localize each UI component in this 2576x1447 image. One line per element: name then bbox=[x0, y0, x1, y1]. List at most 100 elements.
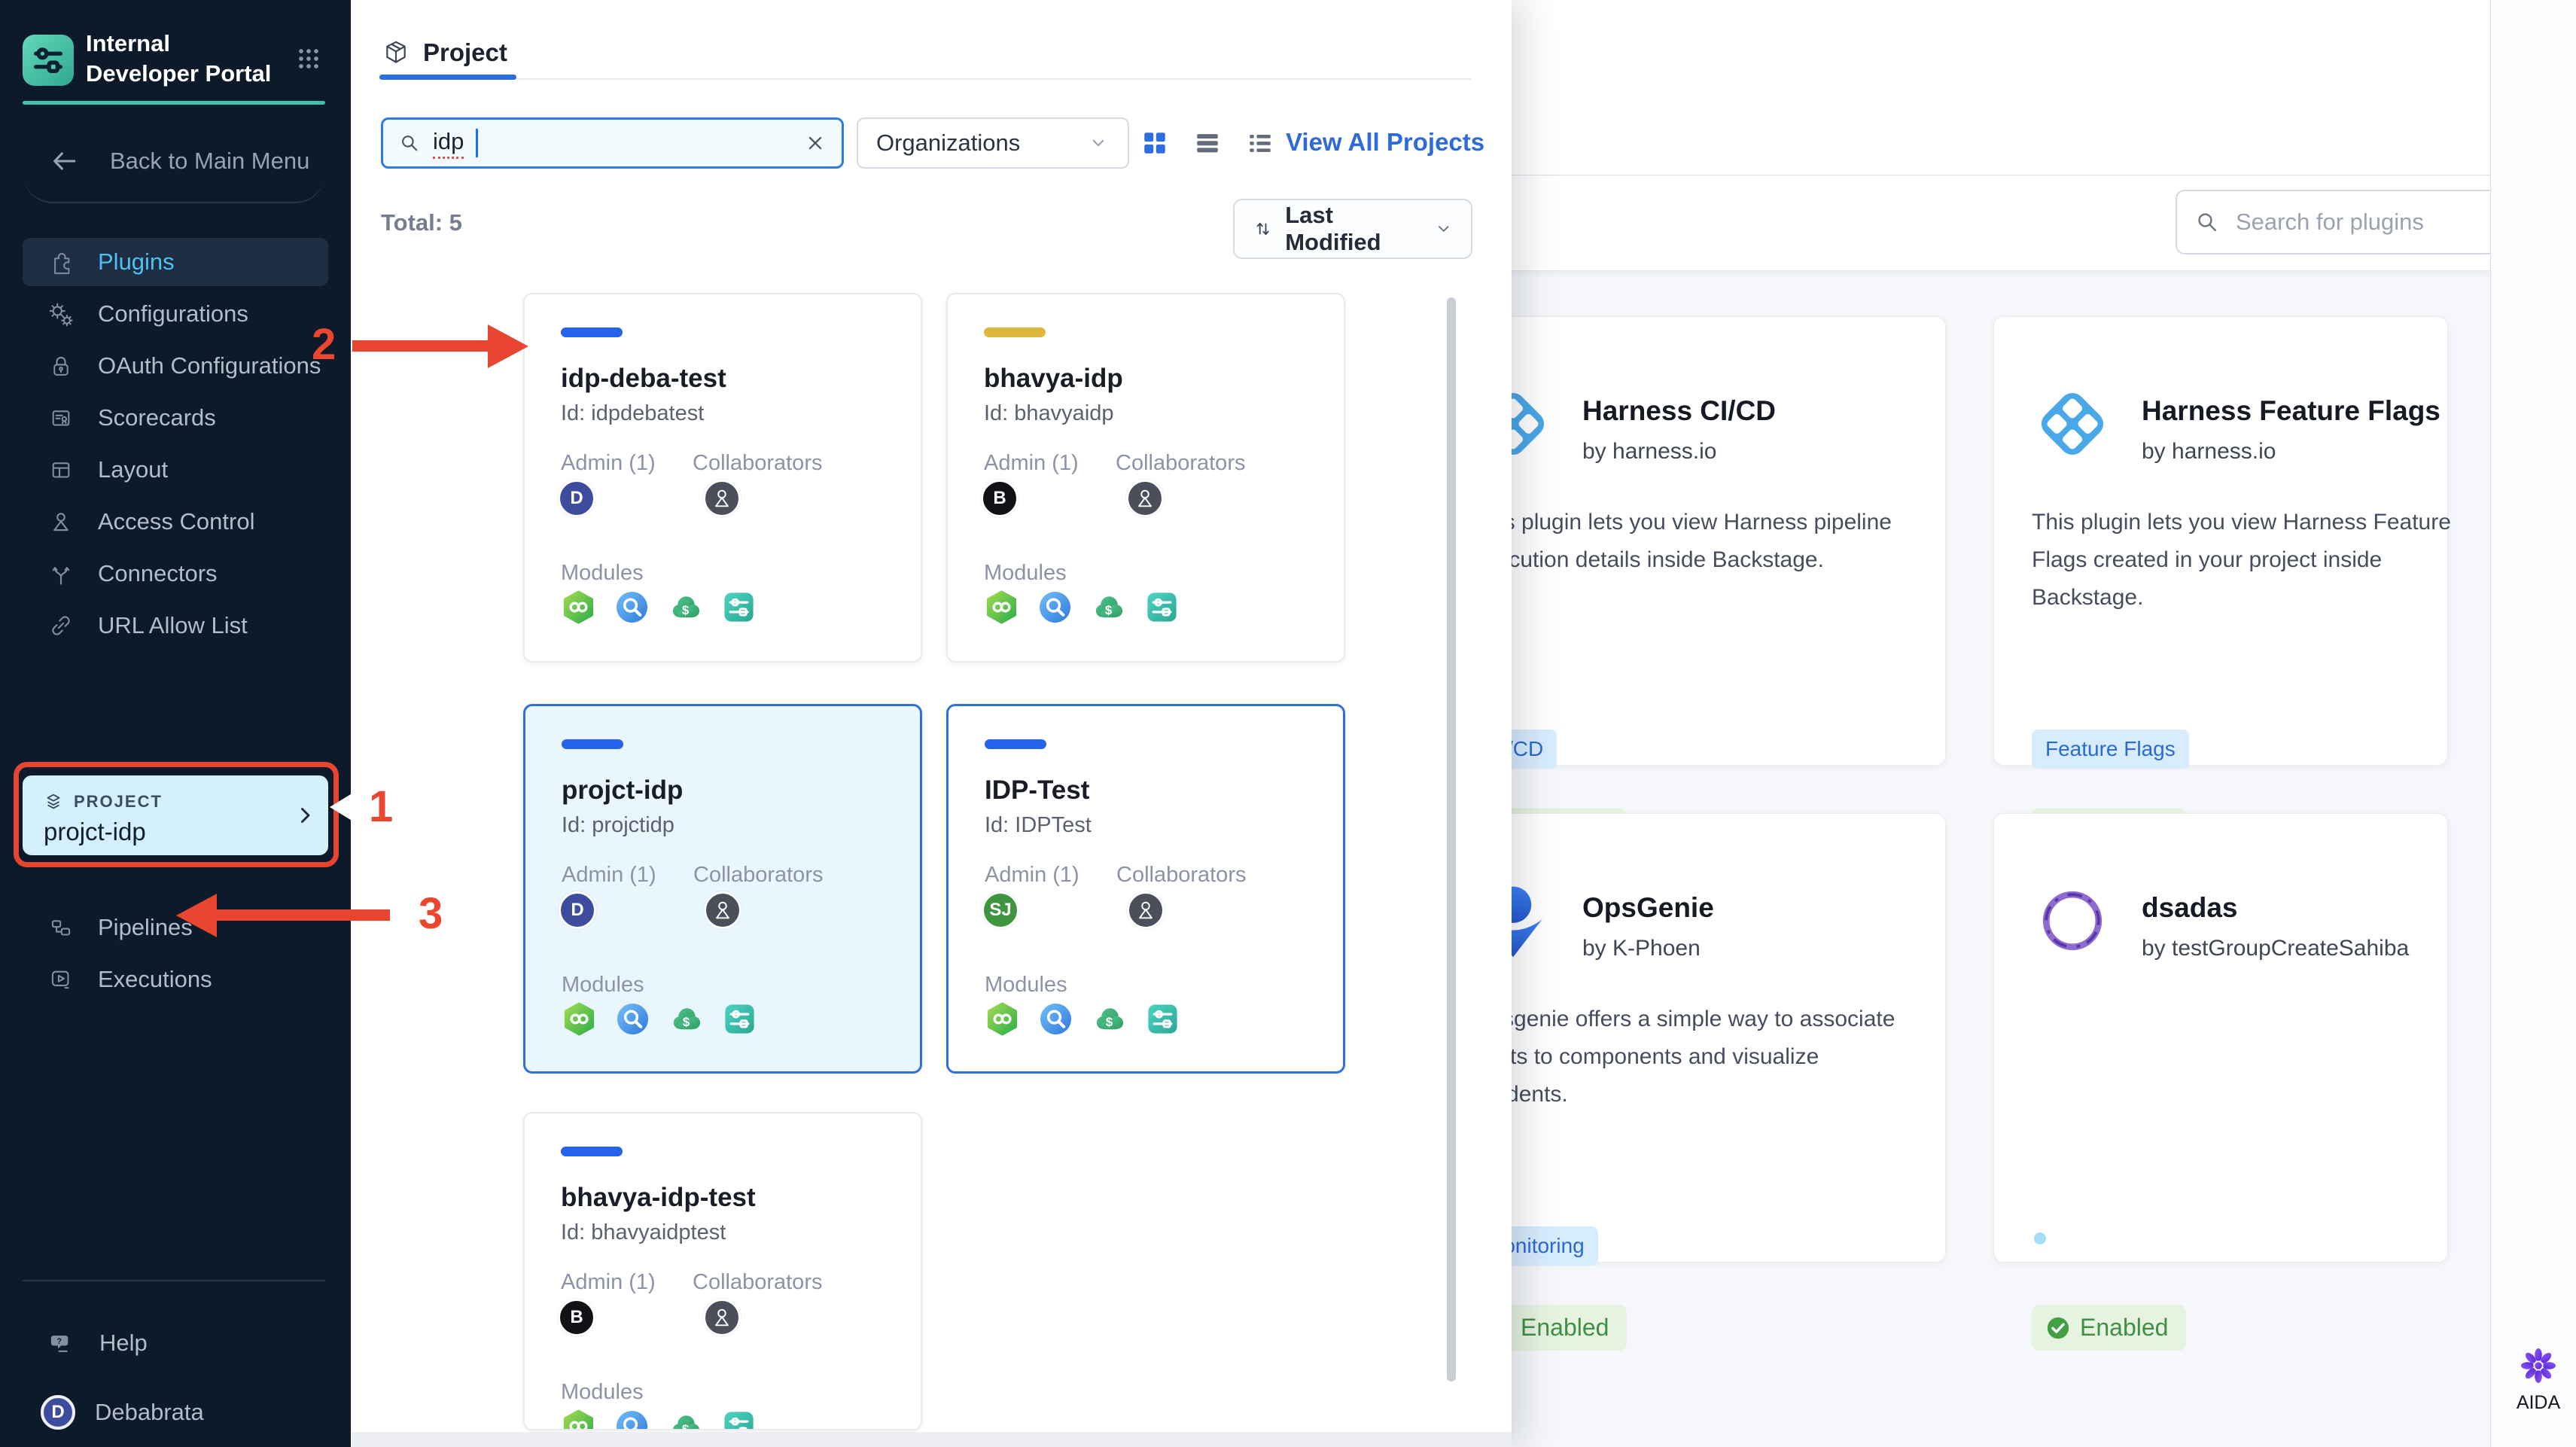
project-name: projct-idp bbox=[562, 775, 684, 805]
text-caret bbox=[476, 129, 479, 157]
plugin-mini-badge bbox=[2034, 1232, 2046, 1244]
project-id: Id: bhavyaidptest bbox=[561, 1220, 726, 1244]
modules-label: Modules bbox=[562, 973, 644, 997]
modules-label: Modules bbox=[985, 973, 1067, 997]
sidebar-item-label: Plugins bbox=[98, 248, 175, 275]
module-icon-row bbox=[985, 1001, 1180, 1037]
chaos-module-icon bbox=[614, 589, 650, 625]
sidebar-item-url-allow-list[interactable]: URL Allow List bbox=[23, 602, 328, 650]
sidebar-item-label: Scorecards bbox=[98, 404, 216, 431]
sidebar-item-scorecards[interactable]: Scorecards bbox=[23, 394, 328, 442]
avatar-person-icon bbox=[708, 1303, 736, 1332]
plugin-author: by testGroupCreateSahiba bbox=[2142, 936, 2410, 961]
tab-divider bbox=[379, 78, 1471, 80]
collaborator-avatar[interactable] bbox=[703, 1299, 741, 1336]
admin-avatar[interactable]: B bbox=[558, 1299, 595, 1336]
sidebar-item-connectors[interactable]: Connectors bbox=[23, 550, 328, 598]
module-grid-icon[interactable] bbox=[294, 44, 324, 74]
organizations-dropdown-label: Organizations bbox=[876, 129, 1021, 156]
collaborators-label: Collaborators bbox=[693, 863, 824, 887]
collaborator-avatar[interactable] bbox=[703, 480, 741, 517]
sidebar-item-label: Configurations bbox=[98, 300, 248, 327]
admin-avatar[interactable]: B bbox=[981, 480, 1019, 517]
organizations-dropdown[interactable]: Organizations bbox=[857, 117, 1129, 169]
puzzle-icon bbox=[47, 248, 75, 276]
plugin-title: dsadas bbox=[2142, 892, 2238, 923]
collaborator-avatar[interactable] bbox=[704, 891, 741, 929]
collaborator-avatar[interactable] bbox=[1126, 480, 1164, 517]
collaborators-label: Collaborators bbox=[1116, 863, 1247, 887]
sidebar-item-oauth-configurations[interactable]: OAuth Configurations bbox=[23, 342, 328, 390]
project-id: Id: bhavyaidp bbox=[984, 401, 1114, 425]
project-card-idp-deba-test[interactable]: idp-deba-test Id: idpdebatest Admin (1) … bbox=[523, 293, 922, 663]
admin-avatar[interactable]: SJ bbox=[982, 891, 1019, 929]
list-view-toggle[interactable] bbox=[1191, 126, 1224, 160]
project-name: bhavya-idp-test bbox=[561, 1183, 756, 1212]
admin-label: Admin (1) bbox=[561, 1270, 656, 1294]
user-name: Debabrata bbox=[95, 1399, 204, 1425]
sidebar-item-executions[interactable]: Executions bbox=[23, 955, 328, 1004]
chevron-down-icon bbox=[1087, 132, 1110, 154]
module-icon-row bbox=[561, 1409, 757, 1430]
ccm-module-icon bbox=[668, 1001, 704, 1037]
sidebar-item-access-control[interactable]: Access Control bbox=[23, 498, 328, 546]
plugin-status-label: Enabled bbox=[2080, 1314, 2169, 1341]
project-card-bhavya-idp-test[interactable]: bhavya-idp-test Id: bhavyaidptest Admin … bbox=[523, 1112, 922, 1430]
chaos-module-icon bbox=[615, 1001, 650, 1037]
teal-accent-bar bbox=[23, 101, 325, 105]
card-color-bar bbox=[561, 327, 623, 337]
project-selector-modal: Project idp Organizations View All Proje… bbox=[351, 0, 1512, 1447]
avatar-person-icon bbox=[1131, 896, 1160, 925]
sort-dropdown[interactable]: Last Modified bbox=[1233, 199, 1472, 259]
card-color-bar bbox=[561, 1147, 623, 1156]
aida-assistant-button[interactable]: AIDA bbox=[2501, 1346, 2576, 1414]
plugin-card-harness-feature-flags[interactable]: Harness Feature Flags by harness.io This… bbox=[1993, 316, 2451, 854]
plugins-search-input[interactable] bbox=[2234, 208, 2481, 236]
project-card-idp-test[interactable]: IDP-Test Id: IDPTest Admin (1) Collabora… bbox=[946, 704, 1345, 1074]
module-icon-row bbox=[561, 589, 757, 625]
back-to-main-menu-label: Back to Main Menu bbox=[110, 148, 310, 174]
project-id: Id: IDPTest bbox=[985, 813, 1092, 837]
detailed-list-view-toggle[interactable] bbox=[1244, 126, 1277, 160]
project-card-bhavya-idp[interactable]: bhavya-idp Id: bhavyaidp Admin (1) Colla… bbox=[946, 293, 1345, 663]
chaos-module-icon bbox=[1037, 589, 1073, 625]
modal-bottom-strip bbox=[351, 1432, 1512, 1447]
project-name: idp-deba-test bbox=[561, 364, 726, 393]
sidebar-item-layout[interactable]: Layout bbox=[23, 446, 328, 494]
ci-module-icon bbox=[985, 1001, 1020, 1037]
avatar-person-icon bbox=[1131, 484, 1159, 513]
grid-view-toggle[interactable] bbox=[1138, 126, 1171, 160]
user-menu[interactable]: D Debabrata bbox=[23, 1388, 328, 1436]
idp-module-icon bbox=[721, 1409, 757, 1430]
search-icon bbox=[397, 130, 422, 156]
admin-avatar[interactable]: D bbox=[559, 891, 596, 929]
sidebar-item-configurations[interactable]: Configurations bbox=[23, 290, 328, 338]
plugin-title: Harness CI/CD bbox=[1582, 395, 1777, 426]
sidebar: Internal Developer Portal Back to Main M… bbox=[0, 0, 351, 1447]
annotation-number-1: 1 bbox=[369, 782, 394, 831]
collaborator-avatar[interactable] bbox=[1127, 891, 1165, 929]
help-button[interactable]: Help bbox=[23, 1319, 328, 1367]
modal-scrollbar[interactable] bbox=[1447, 297, 1456, 1382]
search-icon bbox=[2192, 207, 2222, 237]
sidebar-item-label: OAuth Configurations bbox=[98, 352, 321, 379]
modules-label: Modules bbox=[984, 561, 1067, 585]
plugin-card-dsadas[interactable]: dsadas by testGroupCreateSahiba Enabled bbox=[1993, 813, 2448, 1351]
project-search-input[interactable]: idp bbox=[381, 117, 844, 169]
sidebar-divider-curve bbox=[23, 173, 325, 203]
sidebar-divider bbox=[23, 1280, 325, 1281]
clear-search-icon[interactable] bbox=[802, 130, 828, 156]
plugin-description: This plugin lets you view Harness Featur… bbox=[2032, 510, 2451, 610]
project-card-projct-idp[interactable]: projct-idp Id: projctidp Admin (1) Colla… bbox=[523, 704, 922, 1074]
admin-label: Admin (1) bbox=[562, 863, 656, 887]
plugin-status-label: Enabled bbox=[1521, 1314, 1609, 1341]
admin-avatar[interactable]: D bbox=[558, 480, 595, 517]
sidebar-item-plugins[interactable]: Plugins bbox=[23, 238, 328, 286]
tab-project-label: Project bbox=[423, 38, 507, 66]
tab-project[interactable]: Project bbox=[381, 38, 507, 68]
sort-dropdown-label: Last Modified bbox=[1285, 202, 1381, 255]
avatar-person-icon bbox=[708, 484, 736, 513]
plugins-search-field[interactable] bbox=[2176, 190, 2498, 254]
ccm-module-icon bbox=[1092, 1001, 1127, 1037]
view-all-projects-link[interactable]: View All Projects bbox=[1286, 128, 1484, 157]
